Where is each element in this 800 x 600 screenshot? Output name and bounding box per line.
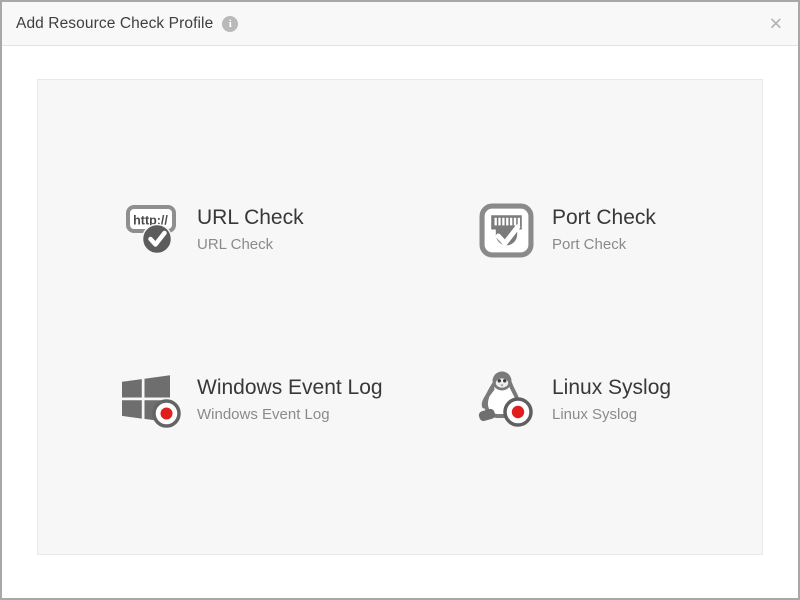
linux-syslog-icon (475, 371, 537, 429)
url-check-icon: http:// (120, 201, 182, 259)
option-url-check[interactable]: http:// URL Check URL Check (120, 201, 475, 259)
option-port-check[interactable]: Port Check Port Check (475, 201, 762, 259)
option-subtitle: Linux Syslog (552, 407, 671, 424)
option-subtitle: Port Check (552, 237, 656, 254)
dialog-body: http:// URL Check URL Check (2, 46, 798, 598)
options-panel: http:// URL Check URL Check (37, 79, 763, 555)
option-title: Windows Event Log (197, 376, 383, 399)
port-check-icon (475, 201, 537, 259)
option-text: URL Check URL Check (197, 206, 304, 254)
dialog-header: Add Resource Check Profile i ✕ (2, 2, 798, 46)
option-title: URL Check (197, 206, 304, 229)
dialog-title: Add Resource Check Profile (16, 15, 213, 33)
windows-event-log-icon (120, 371, 182, 429)
option-subtitle: Windows Event Log (197, 407, 383, 424)
option-linux-syslog[interactable]: Linux Syslog Linux Syslog (475, 371, 762, 429)
close-icon[interactable]: ✕ (769, 15, 783, 32)
option-title: Port Check (552, 206, 656, 229)
option-subtitle: URL Check (197, 237, 304, 254)
dialog-window: Add Resource Check Profile i ✕ http:// (0, 0, 800, 600)
info-icon[interactable]: i (222, 16, 238, 32)
option-windows-event-log[interactable]: Windows Event Log Windows Event Log (120, 371, 475, 429)
options-grid: http:// URL Check URL Check (120, 201, 762, 429)
option-text: Port Check Port Check (552, 206, 656, 254)
option-text: Linux Syslog Linux Syslog (552, 376, 671, 424)
option-title: Linux Syslog (552, 376, 671, 399)
option-text: Windows Event Log Windows Event Log (197, 376, 383, 424)
